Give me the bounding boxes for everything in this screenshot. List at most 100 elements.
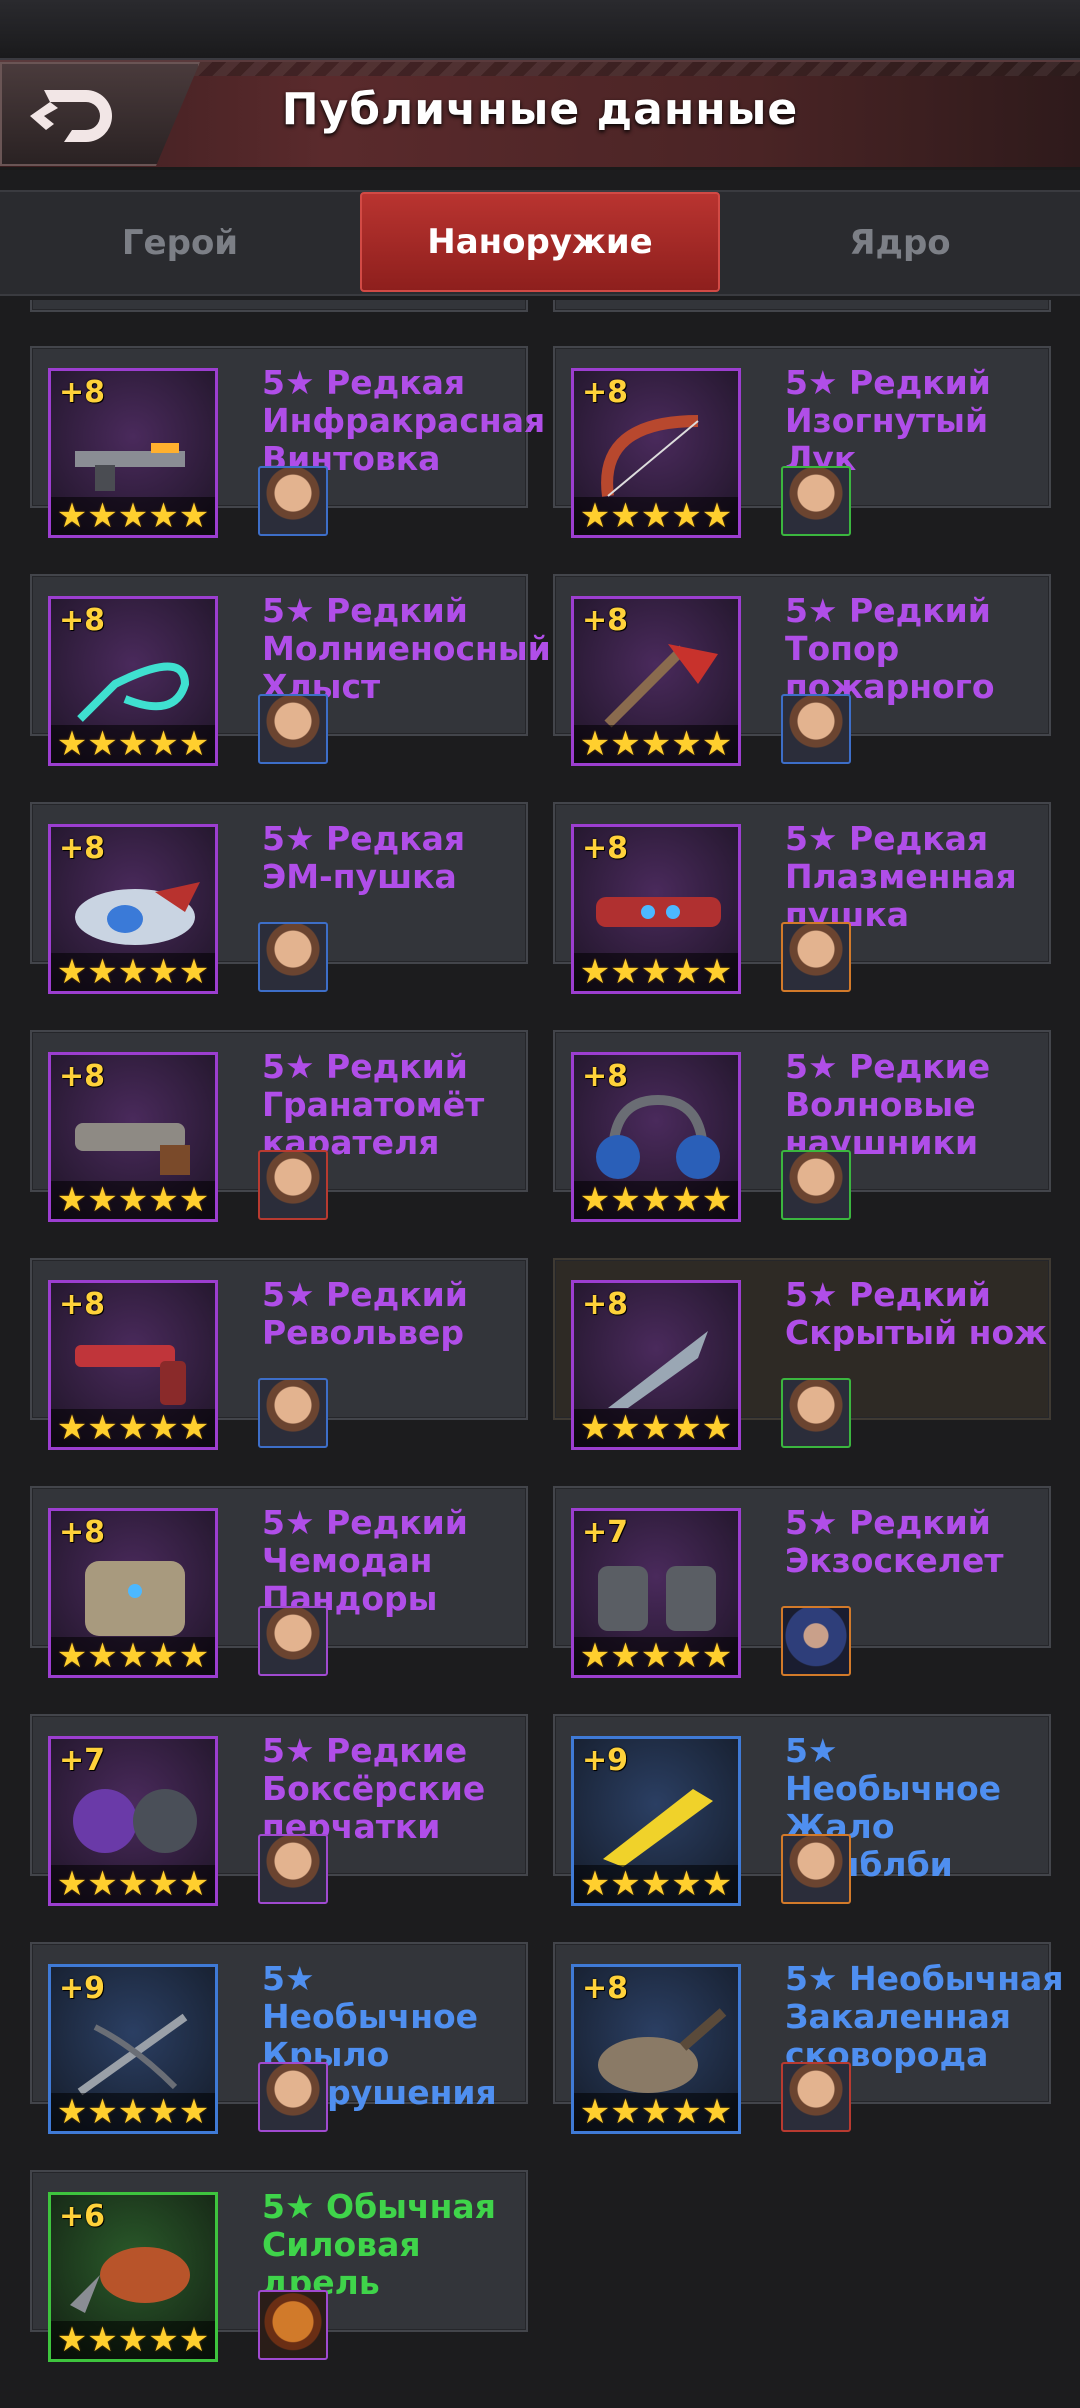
boxing-gloves-icon [73,1789,197,1853]
item-name: 5★ Редкий Молниеносный Хлыст [262,591,551,706]
tab-core[interactable]: Ядро [720,192,1080,294]
star-rating: ★★★★★ [51,496,215,536]
power-drill-icon [70,2247,190,2313]
item-name: 5★ Обычная Силовая дрель [262,2187,496,2302]
hero-avatar[interactable] [781,1150,851,1220]
upgrade-level: +8 [59,831,106,866]
list-item[interactable]: +8 ★★★★★ 5★ Редкий Гранатомёт карателя [30,1030,528,1222]
weapon-thumbnail: +8 ★★★★★ [48,368,218,538]
list-item[interactable]: +7 ★★★★★ 5★ Редкие Боксёрские перчатки [30,1714,528,1906]
star-rating: ★★★★★ [51,2092,215,2132]
star-rating: ★★★★★ [574,1636,738,1676]
rifle-icon [75,443,185,491]
weapon-thumbnail: +8 ★★★★★ [48,1052,218,1222]
item-name: 5★ Редкий Чемодан Пандоры [262,1503,468,1618]
weapon-thumbnail: +8 ★★★★★ [571,824,741,994]
plasma-cannon-icon [596,897,721,927]
item-name: 5★ Редкая Инфракрасная Винтовка [262,363,546,478]
list-item-partial [30,300,528,312]
page-title: Публичные данные [281,84,799,135]
list-item[interactable]: +7 ★★★★★ 5★ Редкий Экзоскелет [553,1486,1051,1678]
star-rating: ★★★★★ [51,1864,215,1904]
list-item[interactable]: +8 ★★★★★ 5★ Редкий Топор пожарного [553,574,1051,766]
weapon-thumbnail: +7 ★★★★★ [571,1508,741,1678]
hero-avatar[interactable] [258,466,328,536]
hero-avatar[interactable] [258,1606,328,1676]
hero-avatar[interactable] [258,694,328,764]
item-name: 5★ Редкий Экзоскелет [785,1503,1004,1580]
upgrade-level: +8 [59,1287,106,1322]
list-item[interactable]: +8 ★★★★★ 5★ Редкая Плазменная пушка [553,802,1051,994]
list-item[interactable]: +8 ★★★★★ 5★ Редкий Изогнутый Лук [553,346,1051,538]
weapon-thumbnail: +8 ★★★★★ [571,1052,741,1222]
upgrade-level: +8 [582,831,629,866]
list-item[interactable]: +8 ★★★★★ 5★ Необычная Закаленная сковоро… [553,1942,1064,2134]
upgrade-level: +8 [582,1971,629,2006]
tab-bar: Герой Наноружие Ядро [0,190,1080,296]
upgrade-level: +8 [582,1287,629,1322]
hero-avatar[interactable] [781,1606,851,1676]
list-item[interactable]: +8 ★★★★★ 5★ Редкие Волновые наушники [553,1030,1051,1222]
hero-avatar[interactable] [258,1378,328,1448]
bow-icon [601,415,699,497]
list-item[interactable]: +9 ★★★★★ 5★ Необычное Крыло разрушения [30,1942,528,2134]
upgrade-level: +9 [59,1971,106,2006]
item-name: 5★ Редкая ЭМ-пушка [262,819,466,896]
hero-avatar[interactable] [781,922,851,992]
weapon-thumbnail: +7 ★★★★★ [48,1736,218,1906]
star-rating: ★★★★★ [574,496,738,536]
axe-icon [604,644,718,728]
star-rating: ★★★★★ [51,952,215,992]
star-rating: ★★★★★ [574,724,738,764]
upgrade-level: +8 [59,603,106,638]
weapon-thumbnail: +8 ★★★★★ [571,596,741,766]
list-item[interactable]: +8 ★★★★★ 5★ Редкий Револьвер [30,1258,528,1450]
item-name: 5★ Необычная Закаленная сковорода [785,1959,1064,2074]
hero-avatar[interactable] [258,2290,328,2360]
weapon-thumbnail: +8 ★★★★★ [48,1508,218,1678]
item-name: 5★ Редкий Гранатомёт карателя [262,1047,485,1162]
revolver-icon [75,1345,186,1405]
crossbow-icon [77,2013,188,2096]
list-item[interactable]: +8 ★★★★★ 5★ Редкий Чемодан Пандоры [30,1486,528,1678]
whip-icon [77,662,190,722]
weapon-thumbnail: +9 ★★★★★ [48,1964,218,2134]
upgrade-level: +8 [59,1515,106,1550]
weapon-thumbnail: +8 ★★★★★ [48,1280,218,1450]
list-item[interactable]: +8 ★★★★★ 5★ Редкая Инфракрасная Винтовка [30,346,545,538]
item-name: 5★ Редкий Револьвер [262,1275,468,1352]
tab-nanoweapon[interactable]: Наноружие [360,192,720,292]
star-rating: ★★★★★ [51,724,215,764]
star-rating: ★★★★★ [574,2092,738,2132]
hero-avatar[interactable] [258,1834,328,1904]
item-name: 5★ Редкие Боксёрские перчатки [262,1731,486,1846]
weapon-thumbnail: +8 ★★★★★ [571,368,741,538]
item-name: 5★ Редкая Плазменная пушка [785,819,1017,934]
list-item[interactable]: +9 ★★★★★ 5★ Необычное Жало Бамблби [553,1714,1051,1906]
hero-avatar[interactable] [781,466,851,536]
star-rating: ★★★★★ [51,2320,215,2360]
list-item[interactable]: +6 ★★★★★ 5★ Обычная Силовая дрель [30,2170,528,2362]
knife-icon [608,1331,708,1408]
list-item[interactable]: +8 ★★★★★ 5★ Редкий Молниеносный Хлыст [30,574,551,766]
hero-avatar[interactable] [258,2062,328,2132]
weapon-thumbnail: +6 ★★★★★ [48,2192,218,2362]
hero-avatar[interactable] [781,1378,851,1448]
list-item[interactable]: +8 ★★★★★ 5★ Редкий Скрытый нож [553,1258,1051,1450]
upgrade-level: +7 [582,1515,629,1550]
upgrade-level: +8 [59,1059,106,1094]
hero-avatar[interactable] [258,1150,328,1220]
hero-avatar[interactable] [781,1834,851,1904]
tab-hero[interactable]: Герой [0,192,360,294]
exoskeleton-icon [598,1566,716,1631]
weapon-list[interactable]: +8 ★★★★★ 5★ Редкая Инфракрасная Винтовка… [0,300,1080,2408]
upgrade-level: +8 [59,375,106,410]
hero-avatar[interactable] [781,2062,851,2132]
list-item[interactable]: +8 ★★★★★ 5★ Редкая ЭМ-пушка [30,802,528,994]
hero-avatar[interactable] [781,694,851,764]
hero-avatar[interactable] [258,922,328,992]
star-rating: ★★★★★ [51,1408,215,1448]
top-strip [0,0,1080,60]
frying-pan-icon [598,2008,727,2093]
star-rating: ★★★★★ [51,1636,215,1676]
